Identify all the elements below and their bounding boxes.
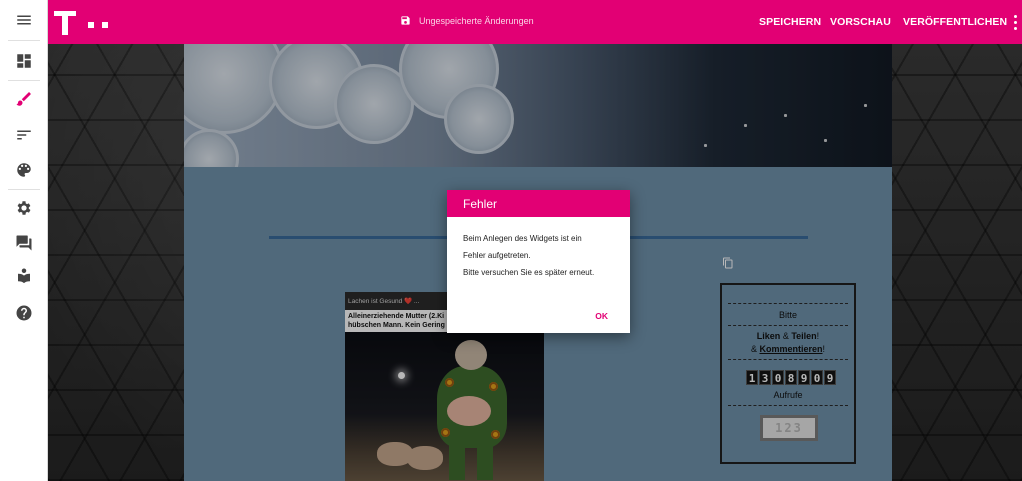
top-app-bar: Ungespeicherte Änderungen SPEICHERN VORS… — [48, 0, 1022, 44]
preview-button[interactable]: VORSCHAU — [830, 16, 891, 28]
sort-icon[interactable] — [0, 117, 48, 153]
telekom-t-logo[interactable] — [54, 6, 108, 38]
unsaved-text: Ungespeicherte Änderungen — [419, 15, 534, 26]
publish-button[interactable]: VERÖFFENTLICHEN — [903, 16, 1007, 28]
dialog-message-line: Beim Anlegen des Widgets ist ein — [463, 234, 582, 243]
unsaved-status: Ungespeicherte Änderungen — [400, 15, 534, 26]
help-icon[interactable] — [0, 295, 48, 331]
save-button[interactable]: SPEICHERN — [759, 16, 821, 28]
more-vert-icon[interactable] — [1008, 10, 1022, 34]
logo-dot — [102, 22, 108, 28]
ok-button[interactable]: OK — [595, 311, 608, 321]
logo-dot — [88, 22, 94, 28]
dialog-message: Beim Anlegen des Widgets ist ein Fehler … — [447, 217, 630, 281]
divider — [8, 40, 40, 41]
logo-mark — [54, 7, 76, 37]
forum-icon[interactable] — [0, 225, 48, 261]
menu-icon[interactable] — [0, 2, 48, 38]
error-dialog: Fehler Beim Anlegen des Widgets ist ein … — [447, 190, 630, 333]
dialog-title: Fehler — [447, 190, 630, 217]
dashboard-icon[interactable] — [0, 43, 48, 79]
dialog-message-line: Bitte versuchen Sie es später erneut. — [463, 268, 595, 277]
brush-icon[interactable] — [0, 81, 48, 117]
dialog-message-line: Fehler aufgetreten. — [463, 251, 531, 260]
gear-icon[interactable] — [0, 190, 48, 226]
book-icon[interactable] — [0, 258, 48, 294]
left-sidebar — [0, 0, 48, 481]
palette-icon[interactable] — [0, 152, 48, 188]
save-icon — [401, 16, 410, 25]
